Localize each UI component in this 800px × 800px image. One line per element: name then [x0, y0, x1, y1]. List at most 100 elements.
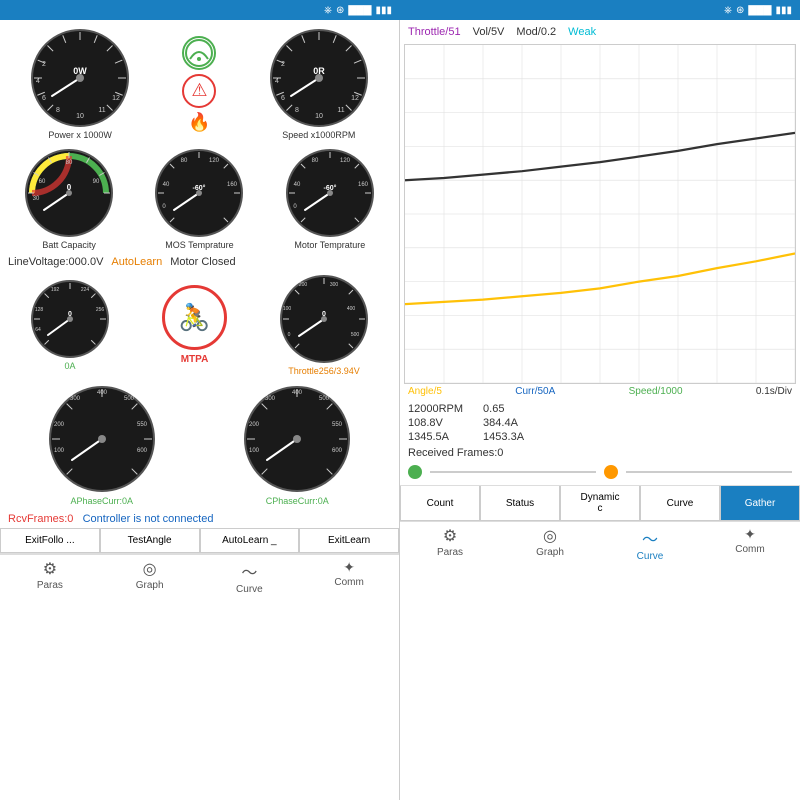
svg-text:40: 40	[293, 182, 300, 188]
auto-learn-button[interactable]: AutoLearn _	[200, 529, 300, 553]
svg-text:100: 100	[54, 448, 65, 454]
gather-button[interactable]: Gather	[720, 486, 800, 521]
svg-text:6: 6	[281, 95, 285, 102]
left-nav-curve[interactable]: 〜 Curve	[200, 554, 300, 599]
rcv-frames-line: RcvFrames:0 Controller is not connected	[0, 510, 399, 528]
chart-area	[404, 44, 796, 384]
svg-text:192: 192	[51, 287, 60, 293]
svg-text:200: 200	[249, 422, 260, 428]
graph-icon: ◎	[143, 559, 157, 579]
right-graph-icon: ◎	[543, 526, 557, 546]
svg-text:12: 12	[112, 95, 120, 102]
svg-text:400: 400	[347, 306, 356, 312]
dot-separator-2	[626, 471, 792, 473]
svg-text:600: 600	[137, 448, 148, 454]
svg-text:80: 80	[181, 158, 188, 164]
stat-val1: 0.65	[483, 403, 524, 415]
svg-text:200: 200	[299, 282, 308, 288]
svg-text:8: 8	[56, 107, 60, 114]
svg-text:100: 100	[283, 306, 292, 312]
throttle-val-label: Throttle256/3.94V	[288, 366, 360, 376]
chart-header: Throttle/51 Vol/5V Mod/0.2 Weak	[400, 20, 800, 44]
left-status-bar: ⎈ ⊛ ▇▇▇ ▮▮▮	[0, 0, 400, 20]
dynamic-button[interactable]: Dynamic c	[560, 486, 640, 521]
svg-text:0: 0	[288, 332, 291, 338]
svg-text:500: 500	[319, 396, 330, 402]
svg-text:128: 128	[35, 307, 44, 313]
indicator-dots-row	[400, 459, 800, 485]
svg-text:4: 4	[36, 78, 40, 85]
svg-text:8: 8	[295, 107, 299, 114]
svg-text:500: 500	[351, 332, 360, 338]
svg-text:30: 30	[33, 196, 40, 202]
svg-text:90: 90	[93, 179, 100, 185]
line-voltage-info: LineVoltage:000.0V	[8, 256, 103, 268]
svg-text:400: 400	[97, 390, 108, 396]
received-frames-label: Received Frames:0	[400, 447, 800, 459]
svg-text:600: 600	[332, 448, 343, 454]
left-nav-comm[interactable]: ✦ Comm	[299, 554, 399, 599]
svg-text:11: 11	[337, 107, 344, 114]
throttle-gauge: 0 100 200 300 400 500 0 Throttle256/3.94…	[279, 274, 369, 376]
svg-text:40: 40	[163, 182, 170, 188]
right-comm-label: Comm	[735, 544, 764, 555]
svg-text:300: 300	[330, 282, 339, 288]
aphase-gauge-label: APhaseCurr:0A	[70, 496, 133, 506]
comm-icon: ✦	[343, 559, 355, 576]
current-gauge: 64 128 192 224 256 0 0A	[30, 279, 110, 371]
svg-text:12: 12	[351, 95, 359, 102]
motor-gauge: 0 40 80 120 160 -60° Motor Temprature	[285, 148, 375, 250]
status-button[interactable]: Status	[480, 486, 560, 521]
svg-text:60: 60	[39, 179, 46, 185]
bluetooth-status-icon-r: ⎈	[724, 5, 732, 16]
svg-text:0: 0	[67, 183, 72, 192]
svg-text:120: 120	[340, 158, 351, 164]
svg-text:-60°: -60°	[193, 184, 206, 192]
speed-axis-label: Speed/1000	[629, 386, 683, 397]
left-nav-graph[interactable]: ◎ Graph	[100, 554, 200, 599]
right-nav-comm[interactable]: ✦ Comm	[700, 522, 800, 566]
stats-col-1: 12000RPM 108.8V 1345.5A	[408, 403, 463, 443]
count-button[interactable]: Count	[400, 486, 480, 521]
curve-icon: 〜	[241, 559, 257, 583]
curve-label: Curve	[236, 584, 263, 595]
power-gauge-label: Power x 1000W	[48, 130, 112, 140]
stat-val3: 1453.3A	[483, 431, 524, 443]
cphase-gauge-label: CPhaseCurr:0A	[266, 496, 329, 506]
mos-gauge-label: MOS Temprature	[165, 240, 233, 250]
speed-gauge: 2 4 6 8 10 11 12 0R Speed x1000RPM	[269, 28, 369, 140]
curr-axis-label: Curr/50A	[515, 386, 555, 397]
battery-status-icon: ▮▮▮	[375, 5, 392, 16]
mtpa-label: MTPA	[181, 354, 209, 365]
stat-voltage: 108.8V	[408, 417, 463, 429]
test-angle-button[interactable]: TestAngle	[100, 529, 200, 553]
left-nav-paras[interactable]: ⚙ Paras	[0, 554, 100, 599]
right-nav-graph[interactable]: ◎ Graph	[500, 522, 600, 566]
exit-follo-button[interactable]: ExitFollo ...	[0, 529, 100, 553]
right-action-buttons: Count Status Dynamic c Curve Gather	[400, 485, 800, 521]
mos-gauge: 0 40 80 120 160 -60° MOS Temprature	[154, 148, 244, 250]
aphase-gauge: 100 200 300 400 500 550 600 APhaseCurr:0…	[47, 384, 157, 506]
right-nav-curve[interactable]: 〜 Curve	[600, 522, 700, 566]
alert-icon: ⚠	[182, 74, 216, 108]
right-navigation: ⚙ Paras ◎ Graph 〜 Curve ✦ Comm	[400, 521, 800, 566]
mtpa-section: 🚴 MTPA	[162, 285, 227, 365]
auto-learn-info: AutoLearn	[111, 256, 162, 268]
motor-closed-info: Motor Closed	[170, 256, 235, 268]
curve-button[interactable]: Curve	[640, 486, 720, 521]
batt-gauge: 30 60 80 90 0 Batt Capacity	[24, 148, 114, 250]
batt-gauge-label: Batt Capacity	[42, 240, 96, 250]
svg-text:80: 80	[311, 158, 318, 164]
svg-text:550: 550	[137, 422, 148, 428]
right-nav-paras[interactable]: ⚙ Paras	[400, 522, 500, 566]
stat-val2: 384.4A	[483, 417, 524, 429]
left-action-buttons: ExitFollo ... TestAngle AutoLearn _ Exit…	[0, 528, 399, 553]
current-gauge-label: 0A	[64, 361, 75, 371]
svg-text:100: 100	[249, 448, 260, 454]
svg-text:4: 4	[275, 78, 279, 85]
right-curve-icon: 〜	[642, 526, 658, 550]
exit-learn-button[interactable]: ExitLearn	[299, 529, 399, 553]
svg-text:10: 10	[315, 113, 323, 120]
svg-text:80: 80	[66, 160, 73, 166]
stat-rpm: 12000RPM	[408, 403, 463, 415]
